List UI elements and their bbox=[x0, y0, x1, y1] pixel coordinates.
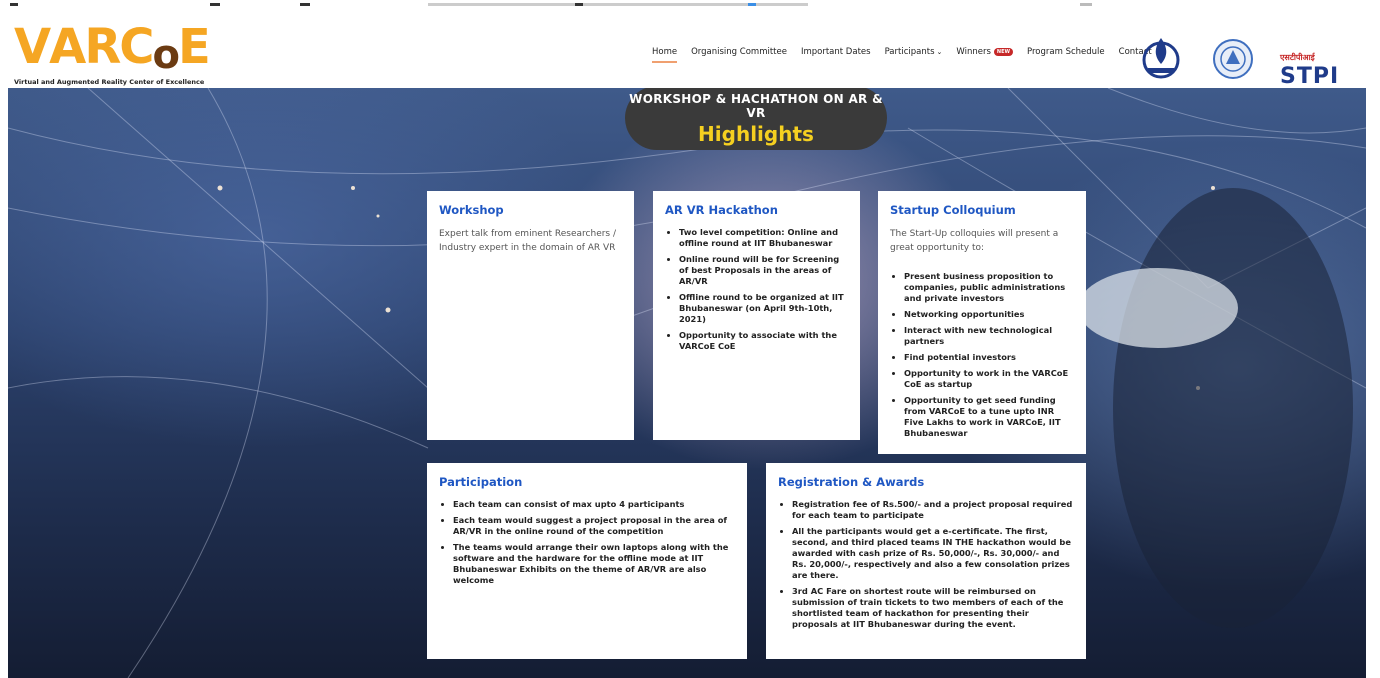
nav-participants[interactable]: Participants ⌄ bbox=[885, 47, 943, 63]
workshop-card: Workshop Expert talk from eminent Resear… bbox=[427, 191, 634, 440]
nav-winners[interactable]: Winners NEW bbox=[956, 47, 1014, 63]
chevron-down-icon: ⌄ bbox=[936, 48, 943, 56]
stpi-logo[interactable]: STPI bbox=[1280, 64, 1339, 89]
startup-intro: The Start-Up colloquies will present a g… bbox=[890, 229, 1059, 253]
list-item: Online round will be for Screening of be… bbox=[679, 254, 848, 287]
list-item: Find potential investors bbox=[904, 352, 1074, 363]
list-item: Each team would suggest a project propos… bbox=[453, 515, 735, 537]
list-item: Networking opportunities bbox=[904, 309, 1074, 320]
list-item: Two level competition: Online and offlin… bbox=[679, 227, 848, 249]
nav-important-dates[interactable]: Important Dates bbox=[801, 47, 871, 63]
logo-tagline: Virtual and Augmented Reality Center of … bbox=[14, 78, 205, 86]
stpi-hindi-label: एसटीपीआई bbox=[1280, 53, 1315, 62]
list-item: Opportunity to get seed funding from VAR… bbox=[904, 395, 1074, 439]
odisha-emblem-icon[interactable] bbox=[1212, 34, 1254, 84]
site-header: VARCoE Virtual and Augmented Reality Cen… bbox=[0, 14, 1380, 89]
list-item: Offline round to be organized at IIT Bhu… bbox=[679, 292, 848, 325]
banner-subtitle: WORKSHOP & HACHATHON ON AR & VR bbox=[629, 92, 883, 120]
participation-list: Each team can consist of max upto 4 part… bbox=[439, 499, 735, 586]
participation-item1-bold: 4 participants bbox=[619, 499, 685, 509]
nav-organising-committee[interactable]: Organising Committee bbox=[691, 47, 787, 63]
logo-wordmark: VARCoE bbox=[14, 19, 211, 78]
nav-participants-label: Participants bbox=[884, 47, 935, 57]
registration-title: Registration & Awards bbox=[778, 475, 925, 489]
banner-title: Highlights bbox=[698, 122, 814, 146]
list-item: All the participants would get a e-certi… bbox=[792, 526, 1074, 581]
workshop-text: Expert talk from eminent Researchers / I… bbox=[439, 229, 617, 253]
nav-home[interactable]: Home bbox=[652, 47, 678, 63]
highlights-banner: WORKSHOP & HACHATHON ON AR & VR Highligh… bbox=[625, 88, 887, 150]
iit-bhubaneswar-logo-icon[interactable] bbox=[1140, 34, 1182, 84]
startup-list: Present business proposition to companie… bbox=[890, 271, 1074, 439]
participation-item1-text: Each team can consist of max upto bbox=[453, 499, 620, 509]
startup-colloquium-card: Startup Colloquium The Start-Up colloqui… bbox=[878, 191, 1086, 454]
list-item: Each team can consist of max upto 4 part… bbox=[453, 499, 735, 510]
varcoe-logo[interactable]: VARCoE Virtual and Augmented Reality Cen… bbox=[14, 19, 211, 86]
new-badge: NEW bbox=[993, 47, 1014, 56]
participation-card: Participation Each team can consist of m… bbox=[427, 463, 747, 659]
hackathon-card: AR VR Hackathon Two level competition: O… bbox=[653, 191, 860, 440]
nav-winners-label: Winners bbox=[956, 47, 991, 57]
hero-section: WORKSHOP & HACHATHON ON AR & VR Highligh… bbox=[8, 88, 1366, 678]
list-item: Interact with new technological partners bbox=[904, 325, 1074, 347]
list-item: 3rd AC Fare on shortest route will be re… bbox=[792, 586, 1074, 630]
startup-title: Startup Colloquium bbox=[890, 203, 1016, 217]
main-nav: Home Organising Committee Important Date… bbox=[652, 47, 1152, 63]
hackathon-list: Two level competition: Online and offlin… bbox=[665, 227, 848, 352]
participation-title: Participation bbox=[439, 475, 523, 489]
list-item: Registration fee of Rs.500/- and a proje… bbox=[792, 499, 1074, 521]
list-item: Opportunity to associate with the VARCoE… bbox=[679, 330, 848, 352]
browser-top-strip bbox=[0, 0, 1380, 14]
registration-list: Registration fee of Rs.500/- and a proje… bbox=[778, 499, 1074, 630]
hackathon-title: AR VR Hackathon bbox=[665, 203, 778, 217]
nav-program-schedule[interactable]: Program Schedule bbox=[1027, 47, 1105, 63]
list-item: Opportunity to work in the VARCoE CoE as… bbox=[904, 368, 1074, 390]
registration-awards-card: Registration & Awards Registration fee o… bbox=[766, 463, 1086, 659]
list-item: The teams would arrange their own laptop… bbox=[453, 542, 735, 586]
workshop-title: Workshop bbox=[439, 203, 504, 217]
list-item: Present business proposition to companie… bbox=[904, 271, 1074, 304]
